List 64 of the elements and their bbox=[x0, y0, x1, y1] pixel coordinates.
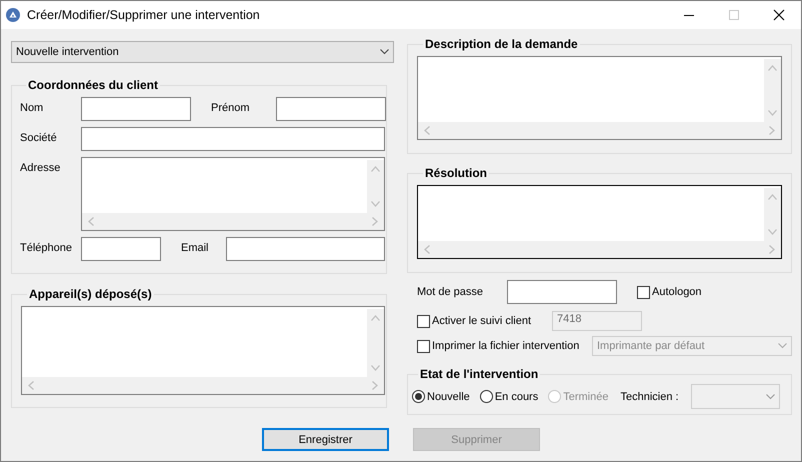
input-field[interactable] bbox=[81, 97, 191, 121]
input-field[interactable] bbox=[81, 237, 161, 261]
field-label: Téléphone bbox=[20, 241, 73, 254]
scroll-down-icon bbox=[371, 365, 380, 371]
app-icon bbox=[6, 8, 20, 22]
scroll-up-icon bbox=[768, 194, 777, 200]
window-title: Créer/Modifier/Supprimer une intervention bbox=[27, 8, 261, 22]
scroll-up-icon bbox=[371, 166, 380, 172]
field-label: Prénom bbox=[211, 101, 251, 114]
checkbox[interactable] bbox=[417, 340, 430, 352]
field-label: Société bbox=[20, 131, 58, 144]
scroll-right-icon bbox=[372, 381, 378, 390]
scroll-right-icon bbox=[769, 245, 775, 254]
close-icon bbox=[772, 9, 784, 21]
scroll-right-icon bbox=[372, 217, 378, 226]
dropdown[interactable]: Nouvelle intervention bbox=[11, 41, 394, 63]
field-label: Email bbox=[181, 241, 210, 254]
horizontal-scrollbar[interactable] bbox=[22, 377, 384, 394]
field-label: Nom bbox=[20, 101, 44, 114]
horizontal-scrollbar[interactable] bbox=[418, 122, 781, 139]
text-area[interactable] bbox=[417, 185, 782, 259]
horizontal-scrollbar[interactable] bbox=[82, 213, 384, 230]
vertical-scrollbar[interactable] bbox=[764, 188, 781, 241]
group-title: Appareil(s) déposé(s) bbox=[28, 287, 153, 301]
horizontal-scrollbar[interactable] bbox=[418, 241, 781, 258]
radio-label: Nouvelle bbox=[427, 390, 470, 402]
field-label: Adresse bbox=[20, 161, 62, 174]
checkbox-label: Imprimer la fichier intervention bbox=[432, 340, 580, 352]
checkbox[interactable] bbox=[637, 286, 650, 298]
checkbox-label: Activer le suivi client bbox=[432, 315, 532, 327]
group-title: Etat de l'intervention bbox=[419, 367, 540, 381]
group-title: Coordonnées du client bbox=[27, 78, 160, 92]
scroll-left-icon bbox=[28, 381, 34, 390]
input-field[interactable] bbox=[276, 97, 386, 121]
action-button[interactable]: Enregistrer bbox=[262, 428, 389, 451]
field-label: Technicien : bbox=[620, 390, 679, 402]
scroll-left-icon bbox=[424, 126, 430, 135]
input-field[interactable] bbox=[226, 237, 385, 261]
checkbox[interactable] bbox=[417, 314, 430, 328]
input-field[interactable] bbox=[81, 127, 385, 151]
scroll-up-icon bbox=[371, 315, 380, 321]
checkbox-label: Autologon bbox=[652, 286, 702, 298]
vertical-scrollbar[interactable] bbox=[367, 309, 384, 377]
maximize-icon bbox=[728, 9, 740, 21]
password-field[interactable] bbox=[507, 280, 617, 304]
vertical-scrollbar[interactable] bbox=[764, 59, 781, 122]
scroll-up-icon bbox=[768, 65, 777, 71]
scroll-right-icon bbox=[769, 126, 775, 135]
scroll-left-icon bbox=[88, 217, 94, 226]
radio-label: Terminée bbox=[563, 390, 608, 402]
scroll-down-icon bbox=[371, 201, 380, 207]
chevron-down-icon bbox=[380, 49, 389, 55]
radio-button[interactable] bbox=[412, 390, 425, 403]
group-title: Description de la demande bbox=[424, 37, 579, 51]
field-label: Mot de passe bbox=[417, 286, 484, 298]
radio-button[interactable] bbox=[480, 390, 493, 403]
radio-label: En cours bbox=[494, 390, 538, 402]
scroll-down-icon bbox=[768, 110, 777, 116]
chevron-down-icon bbox=[778, 343, 787, 349]
vertical-scrollbar[interactable] bbox=[367, 160, 384, 213]
scroll-down-icon bbox=[768, 229, 777, 235]
chevron-down-icon bbox=[766, 394, 775, 400]
scroll-left-icon bbox=[424, 245, 430, 254]
group-title: Résolution bbox=[424, 166, 488, 180]
